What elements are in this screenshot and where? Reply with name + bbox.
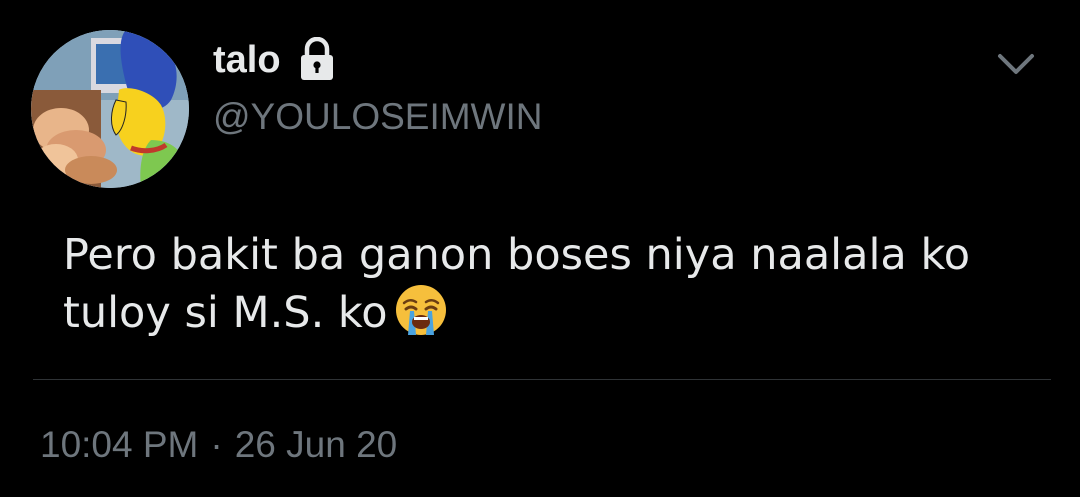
loudly-crying-face-icon [394,283,448,337]
tweet-text-content: Pero bakit ba ganon boses niya naalala k… [63,230,984,338]
tweet-timestamp[interactable]: 10:04 PM · 26 Jun 20 [40,422,397,468]
lock-icon [299,36,335,83]
display-name[interactable]: talo [213,36,281,84]
chevron-down-icon[interactable] [996,50,1036,80]
divider [33,379,1051,380]
tweet-time[interactable]: 10:04 PM [40,424,198,465]
user-handle[interactable]: @YOULOSEIMWIN [213,94,542,140]
tweet: talo @YOULOSEIMWIN Pero bakit ba ganon b… [0,0,1080,497]
avatar[interactable] [31,30,189,188]
display-name-row[interactable]: talo [213,36,335,84]
tweet-text: Pero bakit ba ganon boses niya naalala k… [63,228,1023,341]
tweet-date[interactable]: 26 Jun 20 [235,424,398,465]
meta-separator: · [210,424,223,465]
